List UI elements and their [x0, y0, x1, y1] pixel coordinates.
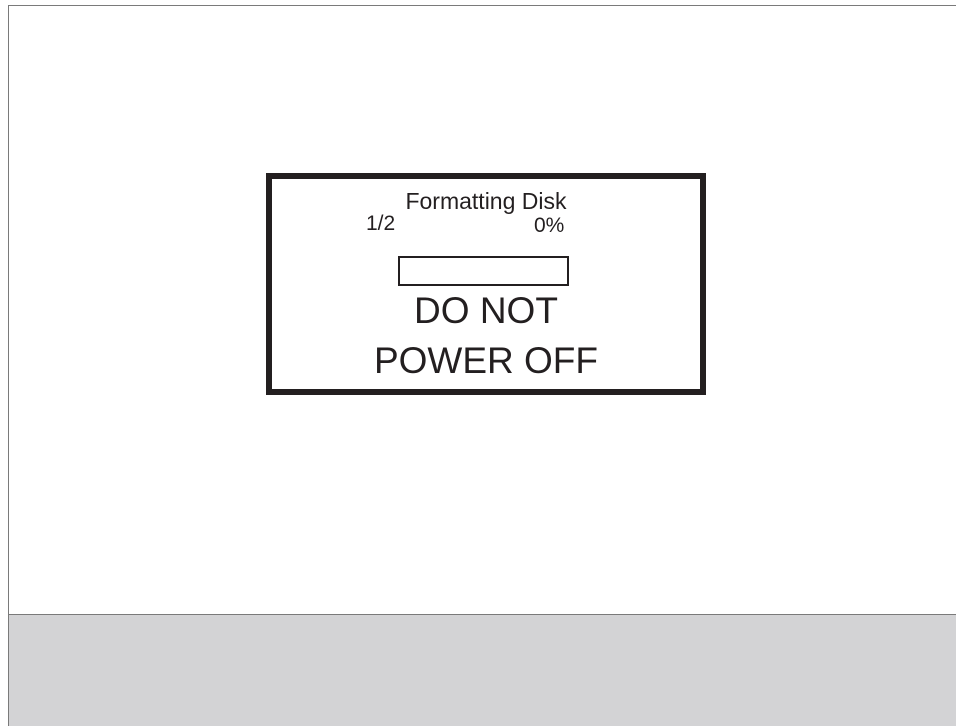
disk-count: 1/2 — [366, 212, 396, 235]
bottom-panel — [8, 614, 956, 726]
formatting-dialog: Formatting Disk 1/2 0% DO NOT POWER OFF — [266, 173, 706, 395]
dialog-title: Formatting Disk — [405, 188, 567, 214]
warning-text-line-1: DO NOT — [414, 290, 558, 331]
progress-bar — [398, 256, 569, 286]
device-screen: Formatting Disk 1/2 0% DO NOT POWER OFF — [0, 0, 956, 726]
progress-percent: 0% — [534, 214, 565, 237]
warning-text-line-2: POWER OFF — [373, 340, 599, 381]
